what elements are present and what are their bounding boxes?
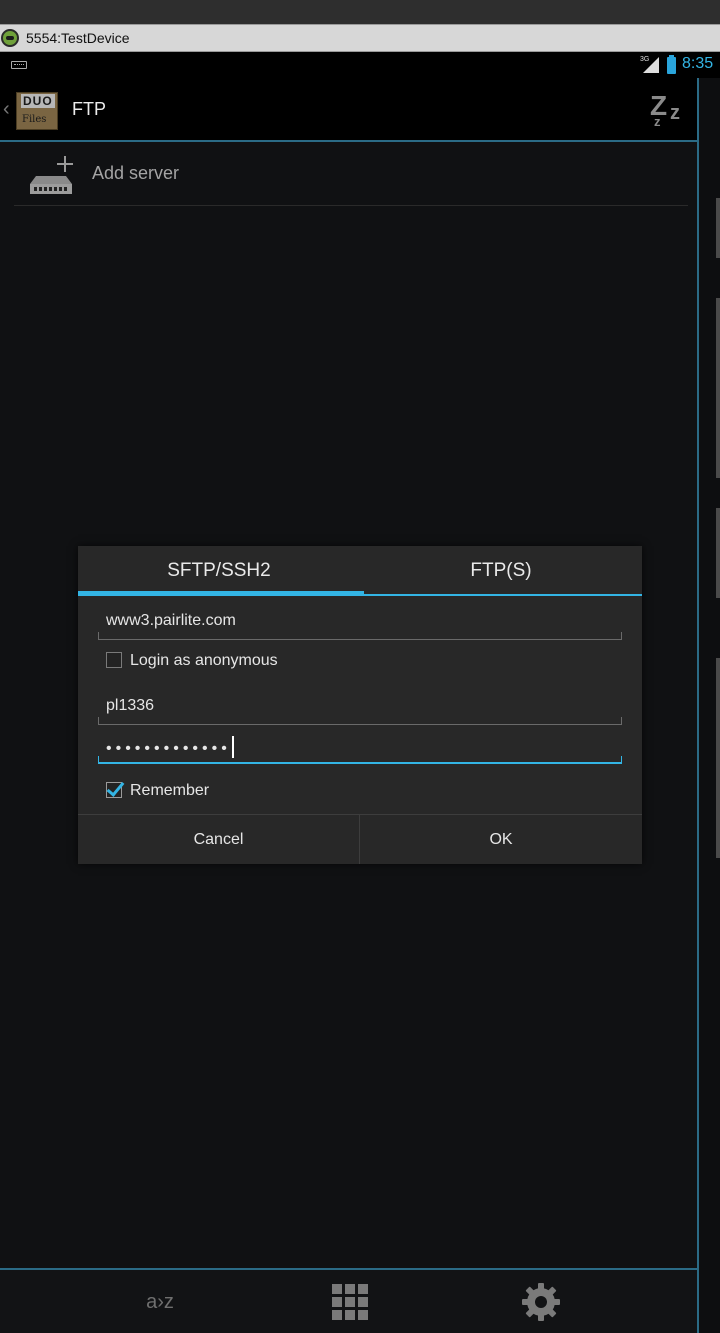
dialog-button-bar: Cancel OK bbox=[78, 814, 642, 864]
host-field[interactable]: www3.pairlite.com bbox=[98, 604, 622, 640]
status-clock: 8:35 bbox=[682, 55, 714, 72]
grid-view-icon[interactable] bbox=[331, 1282, 371, 1322]
emulator-top-bar bbox=[0, 0, 720, 24]
second-pane-edge[interactable] bbox=[699, 78, 720, 1333]
battery-icon bbox=[667, 55, 676, 74]
tab-sftp-ssh2[interactable]: SFTP/SSH2 bbox=[78, 546, 364, 596]
chevron-left-icon[interactable]: ‹ bbox=[3, 98, 10, 121]
protocol-tabs: SFTP/SSH2 FTP(S) bbox=[78, 546, 642, 596]
tab-ftps[interactable]: FTP(S) bbox=[360, 546, 642, 594]
status-bar: 3G 8:35 bbox=[0, 52, 720, 78]
add-server-label: Add server bbox=[92, 163, 180, 183]
emulator-title: 5554:TestDevice bbox=[26, 30, 130, 46]
text-cursor bbox=[231, 736, 234, 758]
checkbox-checked-icon bbox=[106, 782, 122, 798]
bottom-toolbar: a›z bbox=[0, 1268, 697, 1333]
sort-az-button[interactable]: a›z bbox=[140, 1282, 180, 1322]
checkbox-unchecked-icon bbox=[106, 652, 122, 668]
server-login-dialog: SFTP/SSH2 FTP(S) www3.pairlite.com Login… bbox=[78, 546, 642, 864]
sleep-icon[interactable]: Zzz bbox=[650, 90, 688, 130]
action-bar: ‹ DUO Files FTP Zzz bbox=[0, 78, 698, 142]
cancel-button[interactable]: Cancel bbox=[78, 815, 360, 864]
add-server-item[interactable]: Add server bbox=[14, 144, 688, 206]
password-field[interactable]: ••••••••••••• bbox=[98, 730, 622, 764]
username-field[interactable]: pl1336 bbox=[98, 689, 622, 725]
emulator-title-bar: 5554:TestDevice bbox=[0, 24, 720, 52]
android-emulator-icon bbox=[1, 29, 19, 47]
signal-icon bbox=[643, 57, 659, 73]
page-title: FTP bbox=[72, 99, 106, 119]
add-server-icon bbox=[30, 156, 73, 194]
duo-files-logo[interactable]: DUO Files bbox=[16, 92, 58, 130]
keyboard-icon bbox=[11, 61, 27, 69]
ok-button[interactable]: OK bbox=[360, 815, 642, 864]
gear-icon[interactable] bbox=[521, 1282, 561, 1322]
